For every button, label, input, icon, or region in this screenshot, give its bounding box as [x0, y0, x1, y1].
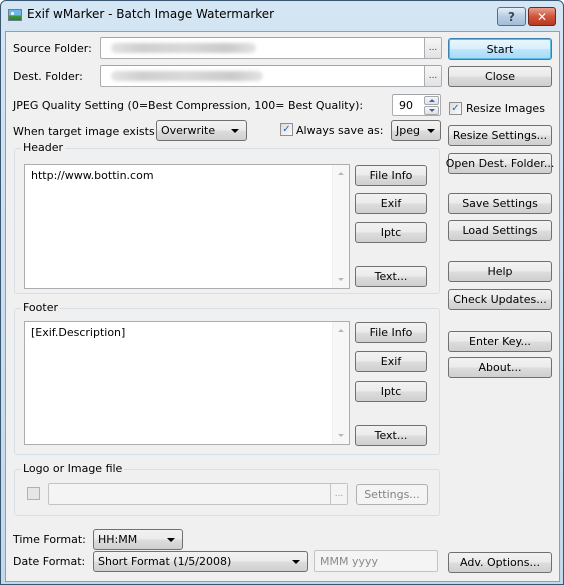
header-exif-button[interactable]: Exif	[355, 193, 427, 214]
footer-group: Footer [Exif.Description] File Info Exif…	[14, 301, 440, 455]
scroll-up-icon[interactable]	[338, 172, 344, 175]
app-window: Exif wMarker - Batch Image Watermarker ?…	[0, 0, 564, 585]
chevron-down-icon	[231, 129, 239, 133]
always-save-checkbox[interactable]: ✓	[280, 123, 293, 136]
footer-iptc-button[interactable]: Iptc	[355, 381, 427, 402]
adv-options-button[interactable]: Adv. Options...	[448, 552, 552, 573]
dest-folder-input[interactable]: ...	[100, 65, 442, 87]
custom-date-format-input[interactable]: MMM yyyy	[314, 550, 438, 572]
logo-checkbox[interactable]	[27, 487, 40, 500]
date-format-value: Short Format (1/5/2008)	[98, 555, 232, 568]
save-format-dropdown[interactable]: Jpeg	[391, 120, 441, 141]
footer-text-button[interactable]: Text...	[355, 425, 427, 446]
footer-text-area[interactable]: [Exif.Description]	[24, 321, 350, 445]
scroll-down-icon[interactable]	[338, 434, 344, 437]
enter-key-button[interactable]: Enter Key...	[448, 331, 552, 352]
dest-folder-path-blurred	[111, 71, 263, 81]
header-text-area[interactable]: http://www.bottin.com	[24, 164, 350, 289]
target-exists-value: Overwrite	[161, 124, 216, 137]
checkmark-icon: ✓	[451, 102, 460, 114]
window-title: Exif wMarker - Batch Image Watermarker	[27, 7, 275, 21]
dialog-client-area: Source Folder: ... Start Dest. Folder: .…	[5, 31, 560, 582]
spin-buttons[interactable]	[424, 96, 439, 115]
always-save-label: Always save as:	[296, 124, 384, 137]
target-exists-label: When target image exists:	[13, 125, 159, 138]
title-bar[interactable]: Exif wMarker - Batch Image Watermarker ?…	[1, 1, 563, 29]
chevron-down-icon	[167, 538, 175, 542]
source-folder-input[interactable]: ...	[100, 37, 442, 59]
scroll-down-icon[interactable]	[338, 278, 344, 281]
dest-folder-label: Dest. Folder:	[13, 70, 83, 83]
logo-browse-button[interactable]: ...	[330, 484, 347, 504]
check-updates-button[interactable]: Check Updates...	[448, 289, 552, 310]
help-button[interactable]: Help	[448, 261, 552, 282]
header-group-label: Header	[21, 141, 66, 154]
target-exists-dropdown[interactable]: Overwrite	[156, 120, 247, 141]
save-settings-button[interactable]: Save Settings	[448, 193, 552, 214]
logo-file-input[interactable]: ...	[48, 483, 348, 505]
jpeg-quality-value: 90	[399, 99, 413, 112]
source-browse-button[interactable]: ...	[424, 38, 441, 58]
open-dest-folder-button[interactable]: Open Dest. Folder...	[446, 153, 554, 174]
chevron-down-icon	[427, 129, 435, 133]
footer-text: [Exif.Description]	[31, 326, 126, 339]
app-picture-icon	[8, 9, 22, 21]
spin-up-icon[interactable]	[424, 96, 439, 105]
question-icon: ?	[508, 9, 515, 24]
time-format-label: Time Format:	[13, 533, 86, 546]
close-button[interactable]: Close	[448, 66, 552, 87]
checkmark-icon: ✓	[282, 123, 291, 135]
footer-exif-button[interactable]: Exif	[355, 351, 427, 372]
jpeg-quality-spinner[interactable]: 90	[392, 94, 441, 116]
footer-scrollbar[interactable]	[332, 322, 349, 444]
source-folder-label: Source Folder:	[13, 42, 92, 55]
header-scrollbar[interactable]	[332, 165, 349, 288]
logo-settings-button[interactable]: Settings...	[356, 484, 428, 505]
logo-group: Logo or Image file ... Settings...	[14, 462, 440, 516]
spin-down-icon[interactable]	[424, 106, 439, 115]
time-format-dropdown[interactable]: HH:MM	[93, 529, 183, 550]
help-title-button[interactable]: ?	[497, 7, 526, 26]
logo-group-label: Logo or Image file	[21, 462, 125, 475]
save-format-value: Jpeg	[396, 124, 420, 137]
resize-images-label: Resize Images	[466, 102, 545, 115]
header-file-info-button[interactable]: File Info	[355, 165, 427, 186]
dest-browse-button[interactable]: ...	[424, 66, 441, 86]
about-button[interactable]: About...	[448, 357, 552, 378]
source-folder-path-blurred	[111, 43, 256, 53]
resize-settings-button[interactable]: Resize Settings...	[448, 125, 552, 146]
scroll-up-icon[interactable]	[338, 329, 344, 332]
header-text-button[interactable]: Text...	[355, 266, 427, 287]
header-iptc-button[interactable]: Iptc	[355, 222, 427, 243]
load-settings-button[interactable]: Load Settings	[448, 220, 552, 241]
time-format-value: HH:MM	[98, 533, 138, 546]
footer-group-label: Footer	[21, 301, 60, 314]
header-text: http://www.bottin.com	[31, 169, 154, 182]
date-format-label: Date Format:	[13, 555, 86, 568]
footer-file-info-button[interactable]: File Info	[355, 322, 427, 343]
close-icon: ✕	[536, 9, 548, 24]
jpeg-quality-label: JPEG Quality Setting (0=Best Compression…	[13, 99, 364, 112]
date-format-dropdown[interactable]: Short Format (1/5/2008)	[93, 551, 308, 572]
header-group: Header http://www.bottin.com File Info E…	[14, 141, 440, 294]
custom-date-format-placeholder: MMM yyyy	[320, 555, 379, 568]
chevron-down-icon	[292, 560, 300, 564]
start-button[interactable]: Start	[448, 38, 552, 60]
resize-images-checkbox[interactable]: ✓	[449, 102, 462, 115]
close-window-button[interactable]: ✕	[528, 7, 556, 26]
